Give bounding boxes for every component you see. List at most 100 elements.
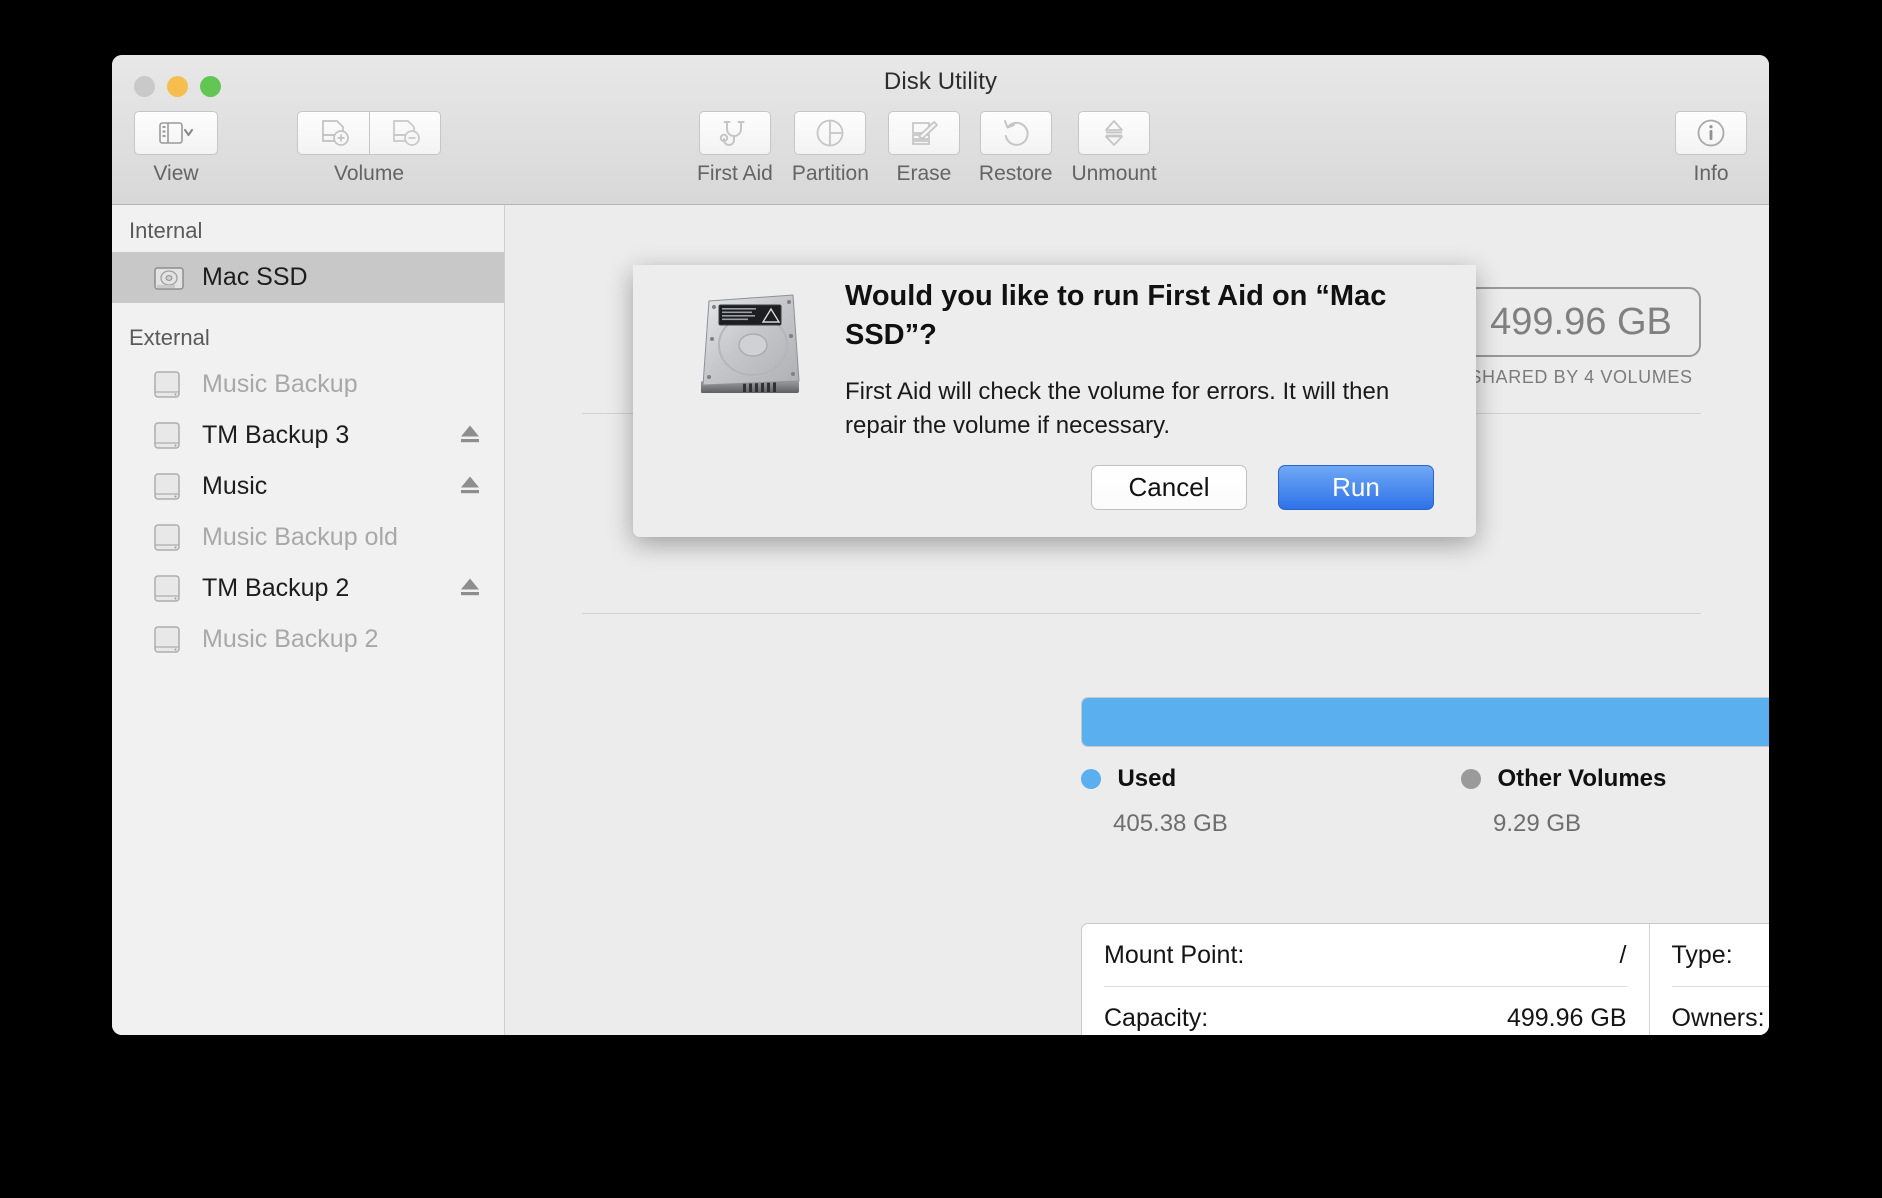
sidebar-section-external-header: External	[129, 325, 210, 350]
erase-button[interactable]	[887, 111, 960, 155]
view-button[interactable]	[134, 111, 218, 155]
partition-item: Partition	[792, 111, 869, 186]
unmount-button[interactable]	[1078, 111, 1151, 155]
toolbar-group-volume: Volume	[297, 111, 441, 186]
first-aid-dialog: Would you like to run First Aid on “Mac …	[633, 265, 1476, 537]
sidebar-item-music-backup-2[interactable]: Music Backup 2	[112, 614, 504, 665]
capacity-bar-used-segment	[1082, 698, 1769, 746]
remove-volume-icon	[393, 120, 420, 146]
sidebar-item-music-backup-old[interactable]: Music Backup old	[112, 512, 504, 563]
eject-icon[interactable]	[458, 473, 482, 500]
internal-disk-icon	[152, 261, 186, 295]
capacity-bar	[1081, 697, 1769, 747]
add-volume-button[interactable]	[297, 111, 369, 155]
disk-utility-window: Disk Utility View Volume First Aid Parti…	[112, 55, 1769, 1035]
sidebar-item-music-backup[interactable]: Music Backup	[112, 359, 504, 410]
dialog-buttons: Cancel Run	[1091, 465, 1434, 510]
stethoscope-icon	[719, 121, 745, 146]
legend-value-other: 9.29 GB	[1493, 810, 1582, 837]
capacity-badge: 499.96 GB	[1461, 287, 1701, 357]
legend-label-other: Other Volumes	[1497, 765, 1667, 792]
dialog-message: First Aid will check the volume for erro…	[845, 378, 1390, 440]
first-aid-button[interactable]	[698, 111, 771, 155]
pie-chart-icon	[816, 119, 844, 147]
divider-middle	[582, 613, 1701, 614]
legend-value-used: 405.38 GB	[1113, 810, 1228, 837]
restore-item: Restore	[978, 111, 1053, 186]
sidebar-item-label: Music Backup 2	[202, 625, 379, 653]
external-disk-icon	[152, 470, 186, 504]
sidebar-view-icon	[159, 122, 193, 144]
info-icon	[1697, 119, 1725, 147]
external-disk-icon	[152, 623, 186, 657]
capacity-total: 499.96 GB	[1490, 300, 1672, 343]
sidebar-item-label: Music Backup old	[202, 523, 398, 551]
info-key: Mount Point:	[1104, 940, 1245, 969]
sidebar-item-tm-backup-3[interactable]: TM Backup 3	[112, 410, 504, 461]
undo-arrow-icon	[1003, 120, 1029, 146]
sidebar-item-label: TM Backup 2	[202, 574, 350, 602]
legend-item-used: Used 405.38 GB	[1081, 765, 1228, 838]
info-column-left: Mount Point: / Capacity: 499.96 GB Avail…	[1082, 924, 1650, 1035]
eject-icon[interactable]	[458, 575, 482, 602]
info-value: 499.96 GB	[1506, 1003, 1627, 1032]
toolbar-group-view: View	[134, 111, 218, 186]
external-disk-icon	[152, 572, 186, 606]
sidebar-item-label: Music Backup	[202, 370, 358, 398]
capacity-shared-label: SHARED BY 4 VOLUMES	[1469, 367, 1693, 387]
cancel-button[interactable]: Cancel	[1091, 465, 1247, 510]
toolbar-group-actions: First Aid Partition Erase Restore Unmoun…	[697, 111, 1157, 186]
erase-item: Erase	[887, 111, 960, 186]
sidebar-item-music[interactable]: Music	[112, 461, 504, 512]
info-key: Owners:	[1671, 1003, 1765, 1032]
info-row-type: Type: APFS Volume	[1671, 924, 1769, 987]
sidebar-item-label: Music	[202, 472, 268, 500]
legend-swatch-other	[1461, 769, 1481, 789]
erase-icon	[912, 121, 938, 145]
dialog-title: Would you like to run First Aid on “Mac …	[845, 280, 1387, 352]
partition-button[interactable]	[794, 111, 867, 155]
info-value: /	[1619, 940, 1627, 969]
eject-bars-icon	[1105, 120, 1123, 146]
volume-label: Volume	[333, 162, 405, 185]
sidebar[interactable]: Internal Mac SSD External Music Backup T…	[112, 205, 505, 1035]
window-title: Disk Utility	[883, 68, 998, 95]
run-button[interactable]: Run	[1278, 465, 1434, 510]
info-key: Capacity:	[1104, 1003, 1209, 1032]
eject-icon[interactable]	[458, 422, 482, 449]
sidebar-item-tm-backup-2[interactable]: TM Backup 2	[112, 563, 504, 614]
unmount-item: Unmount	[1071, 111, 1157, 186]
info-column-right: Type: APFS Volume Owners: Enabled Connec…	[1650, 924, 1770, 1035]
toolbar-group-info: Info	[1675, 111, 1747, 186]
legend-label-used: Used	[1117, 765, 1177, 792]
info-key: Type:	[1671, 940, 1733, 969]
sidebar-item-label: Mac SSD	[202, 263, 308, 291]
restore-label: Restore	[978, 162, 1053, 185]
sidebar-section-internal-header: Internal	[129, 218, 203, 243]
sidebar-item-mac-ssd[interactable]: Mac SSD	[112, 252, 504, 303]
unmount-label: Unmount	[1071, 162, 1157, 185]
hard-drive-icon	[681, 289, 811, 414]
add-volume-icon	[321, 120, 349, 146]
sidebar-item-label: TM Backup 3	[202, 421, 350, 449]
title-bar: Disk Utility View Volume First Aid Parti…	[112, 55, 1769, 205]
info-label: Info	[1693, 162, 1729, 185]
partition-label: Partition	[791, 162, 869, 185]
info-row-capacity: Capacity: 499.96 GB	[1104, 987, 1627, 1035]
view-label: View	[153, 162, 199, 185]
legend-swatch-used	[1081, 769, 1101, 789]
first-aid-item: First Aid	[697, 111, 773, 186]
external-disk-icon	[152, 368, 186, 402]
info-row-mount-point: Mount Point: /	[1104, 924, 1627, 987]
legend-item-other-volumes: Other Volumes 9.29 GB	[1461, 765, 1666, 838]
first-aid-label: First Aid	[697, 162, 773, 185]
restore-button[interactable]	[979, 111, 1052, 155]
external-disk-icon	[152, 521, 186, 555]
volume-info-table: Mount Point: / Capacity: 499.96 GB Avail…	[1081, 923, 1769, 1035]
info-row-owners: Owners: Enabled	[1672, 987, 1770, 1035]
external-disk-icon	[152, 419, 186, 453]
info-button[interactable]	[1675, 111, 1747, 155]
toolbar: View Volume First Aid Partition Erase Re…	[112, 111, 1769, 205]
erase-label: Erase	[896, 162, 952, 185]
remove-volume-button[interactable]	[369, 111, 441, 155]
